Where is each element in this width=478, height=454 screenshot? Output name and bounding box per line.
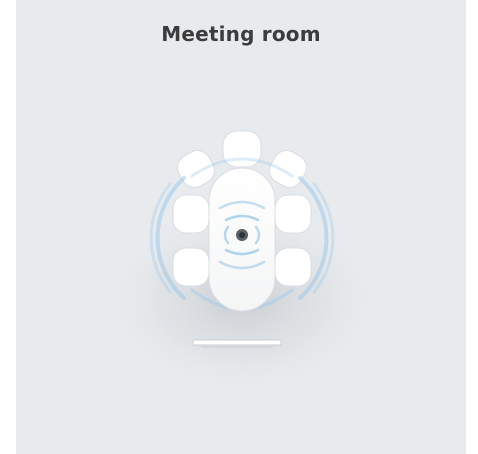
conference-speaker-icon <box>236 229 248 241</box>
chair-top-right <box>269 150 307 188</box>
chair-mid-left <box>172 194 210 234</box>
meeting-room-card: Meeting room <box>16 0 466 454</box>
chair-top-left <box>177 150 215 188</box>
display-screen-icon <box>192 339 282 348</box>
chair-mid-right <box>274 194 312 234</box>
chair-bottom-right <box>274 247 312 287</box>
chair-bottom-left <box>172 247 210 287</box>
meeting-room-illustration <box>102 130 382 395</box>
